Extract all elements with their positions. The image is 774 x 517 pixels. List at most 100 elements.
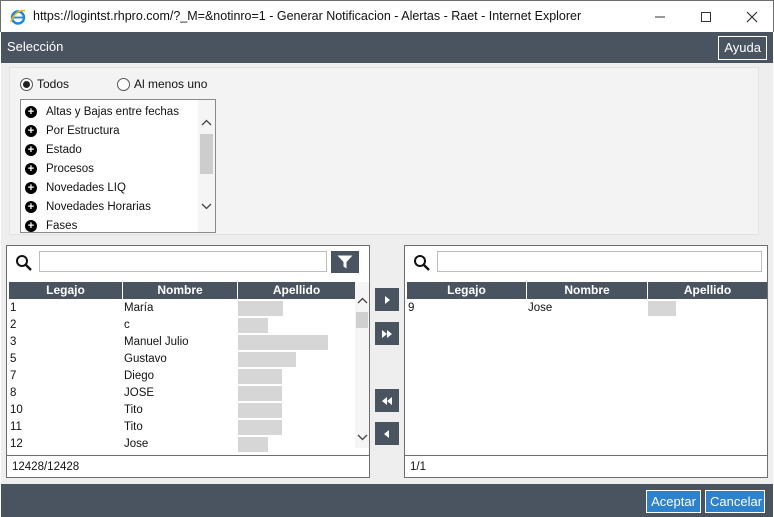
dialog-header: Selección Ayuda bbox=[1, 32, 773, 63]
maximize-button[interactable] bbox=[683, 1, 729, 32]
chevron-up-icon[interactable] bbox=[356, 294, 369, 307]
table-row[interactable]: 7 Diego bbox=[9, 368, 355, 385]
table-row[interactable]: 5 Gustavo bbox=[9, 351, 355, 368]
tree-item-label: Altas y Bajas entre fechas bbox=[46, 105, 179, 118]
record-count: 1/1 bbox=[405, 455, 767, 477]
cell-apellido-redacted bbox=[238, 300, 355, 317]
tree-item-label: Por Estructura bbox=[46, 124, 120, 137]
table-row[interactable]: 11 Tito bbox=[9, 419, 355, 436]
minimize-icon bbox=[655, 16, 665, 17]
cell-nombre: c bbox=[124, 319, 130, 331]
cell-legajo: 8 bbox=[10, 387, 17, 399]
column-header-apellido[interactable]: Apellido bbox=[238, 282, 355, 299]
table-row[interactable]: 9 Jose bbox=[407, 300, 767, 317]
cell-apellido-redacted bbox=[238, 436, 355, 452]
radio-all[interactable] bbox=[20, 77, 33, 91]
expand-icon[interactable]: + bbox=[25, 143, 37, 156]
tree-item[interactable]: + Estado bbox=[25, 140, 82, 159]
search-row bbox=[7, 246, 369, 280]
arrow-right-icon bbox=[385, 295, 390, 304]
search-icon bbox=[414, 255, 430, 271]
expand-icon[interactable]: + bbox=[25, 105, 37, 118]
cell-legajo: 7 bbox=[10, 370, 17, 382]
table-row[interactable]: 10 Tito bbox=[9, 402, 355, 419]
dialog-title: Selección bbox=[7, 39, 64, 54]
cancel-button[interactable]: Cancelar bbox=[705, 490, 765, 513]
expand-icon[interactable]: + bbox=[25, 162, 37, 175]
help-button[interactable]: Ayuda bbox=[718, 36, 767, 60]
minimize-button[interactable] bbox=[637, 1, 683, 32]
move-selected-left-button[interactable] bbox=[375, 422, 399, 445]
column-header-nombre[interactable]: Nombre bbox=[527, 282, 648, 299]
tree-item-label: Fases bbox=[46, 219, 78, 232]
dialog-footer: Aceptar Cancelar bbox=[1, 484, 773, 517]
move-all-right-button[interactable] bbox=[375, 322, 399, 345]
cell-legajo: 12 bbox=[10, 438, 23, 450]
table-row[interactable]: 3 Manuel Julio bbox=[9, 334, 355, 351]
cell-nombre: JOSE bbox=[124, 387, 155, 399]
available-employees-panel: Legajo Nombre Apellido 1 María 2c 3 Manuel… bbox=[6, 245, 370, 478]
grid-body: 9 Jose bbox=[407, 300, 767, 320]
tree-item[interactable]: + Novedades LIQ bbox=[25, 178, 126, 197]
tree-item-label: Estado bbox=[46, 143, 82, 156]
filter-button[interactable] bbox=[331, 251, 359, 273]
table-row[interactable]: 2c bbox=[9, 317, 355, 334]
search-input[interactable] bbox=[437, 251, 762, 272]
accept-button[interactable]: Aceptar bbox=[646, 490, 701, 513]
cell-nombre: Tito bbox=[124, 421, 143, 433]
cell-nombre: Gustavo bbox=[124, 353, 167, 365]
tree-item[interactable]: + Por Estructura bbox=[25, 121, 120, 140]
arrow-left-icon bbox=[384, 429, 389, 438]
grid-body: 1 María 2c 3 Manuel Julio 5 Gustavo 7 Diego … bbox=[9, 300, 355, 452]
chevron-down-icon[interactable] bbox=[200, 200, 213, 213]
tree-item[interactable]: + Procesos bbox=[25, 159, 94, 178]
tree-scrollbar[interactable] bbox=[198, 100, 215, 232]
expand-icon[interactable]: + bbox=[25, 181, 37, 194]
radio-any-label: Al menos uno bbox=[134, 77, 208, 91]
scroll-thumb[interactable] bbox=[200, 134, 213, 174]
expand-icon[interactable]: + bbox=[25, 200, 37, 213]
move-selected-right-button[interactable] bbox=[375, 288, 399, 311]
maximize-icon bbox=[701, 11, 711, 22]
grid-scrollbar[interactable] bbox=[355, 282, 369, 448]
column-header-nombre[interactable]: Nombre bbox=[123, 282, 238, 299]
double-arrow-left-icon bbox=[382, 396, 392, 405]
chevron-down-icon[interactable] bbox=[356, 431, 369, 444]
radio-any[interactable] bbox=[117, 77, 130, 91]
dialog-content: Todos Al menos uno + Altas y Bajas entre … bbox=[1, 63, 773, 484]
table-row[interactable]: 12 Jose bbox=[9, 436, 355, 452]
search-input[interactable] bbox=[39, 251, 327, 272]
chevron-up-icon[interactable] bbox=[200, 116, 213, 129]
window-title: https://logintst.rhpro.com/?_M=&notinro=… bbox=[33, 9, 582, 23]
expand-icon[interactable]: + bbox=[25, 219, 37, 232]
tree-item-label: Novedades LIQ bbox=[46, 181, 126, 194]
filter-tree: + Altas y Bajas entre fechas + Por Estruct… bbox=[20, 99, 216, 233]
cell-nombre: Tito bbox=[124, 404, 143, 416]
table-row[interactable]: 8 JOSE bbox=[9, 385, 355, 402]
close-button[interactable] bbox=[729, 1, 774, 32]
move-all-left-button[interactable] bbox=[375, 389, 399, 412]
selected-employees-panel: Legajo Nombre Apellido 9 Jose 1/1 bbox=[404, 245, 768, 478]
cell-legajo: 10 bbox=[10, 404, 23, 416]
column-header-legajo[interactable]: Legajo bbox=[407, 282, 527, 299]
column-header-apellido[interactable]: Apellido bbox=[648, 282, 767, 299]
cell-legajo: 11 bbox=[10, 421, 22, 433]
table-row[interactable]: 1 María bbox=[9, 300, 355, 317]
cell-legajo: 2 bbox=[10, 319, 17, 331]
cell-legajo: 9 bbox=[408, 302, 415, 314]
column-header-legajo[interactable]: Legajo bbox=[9, 282, 123, 299]
cell-apellido-redacted bbox=[238, 334, 355, 351]
tree-item[interactable]: + Novedades Horarias bbox=[25, 197, 151, 216]
filter-panel: Todos Al menos uno + Altas y Bajas entre … bbox=[9, 67, 759, 235]
scroll-thumb[interactable] bbox=[356, 312, 368, 328]
cell-apellido-redacted bbox=[648, 300, 767, 317]
cell-legajo: 5 bbox=[10, 353, 17, 365]
tree-item[interactable]: + Altas y Bajas entre fechas bbox=[25, 102, 179, 121]
radio-any-option[interactable]: Al menos uno bbox=[117, 76, 207, 92]
cell-nombre: Jose bbox=[124, 438, 149, 450]
radio-all-option[interactable]: Todos bbox=[20, 76, 69, 92]
tree-item[interactable]: + Fases bbox=[25, 216, 78, 232]
expand-icon[interactable]: + bbox=[25, 124, 37, 137]
tree-item-label: Procesos bbox=[46, 162, 94, 175]
cell-legajo: 1 bbox=[10, 302, 17, 314]
